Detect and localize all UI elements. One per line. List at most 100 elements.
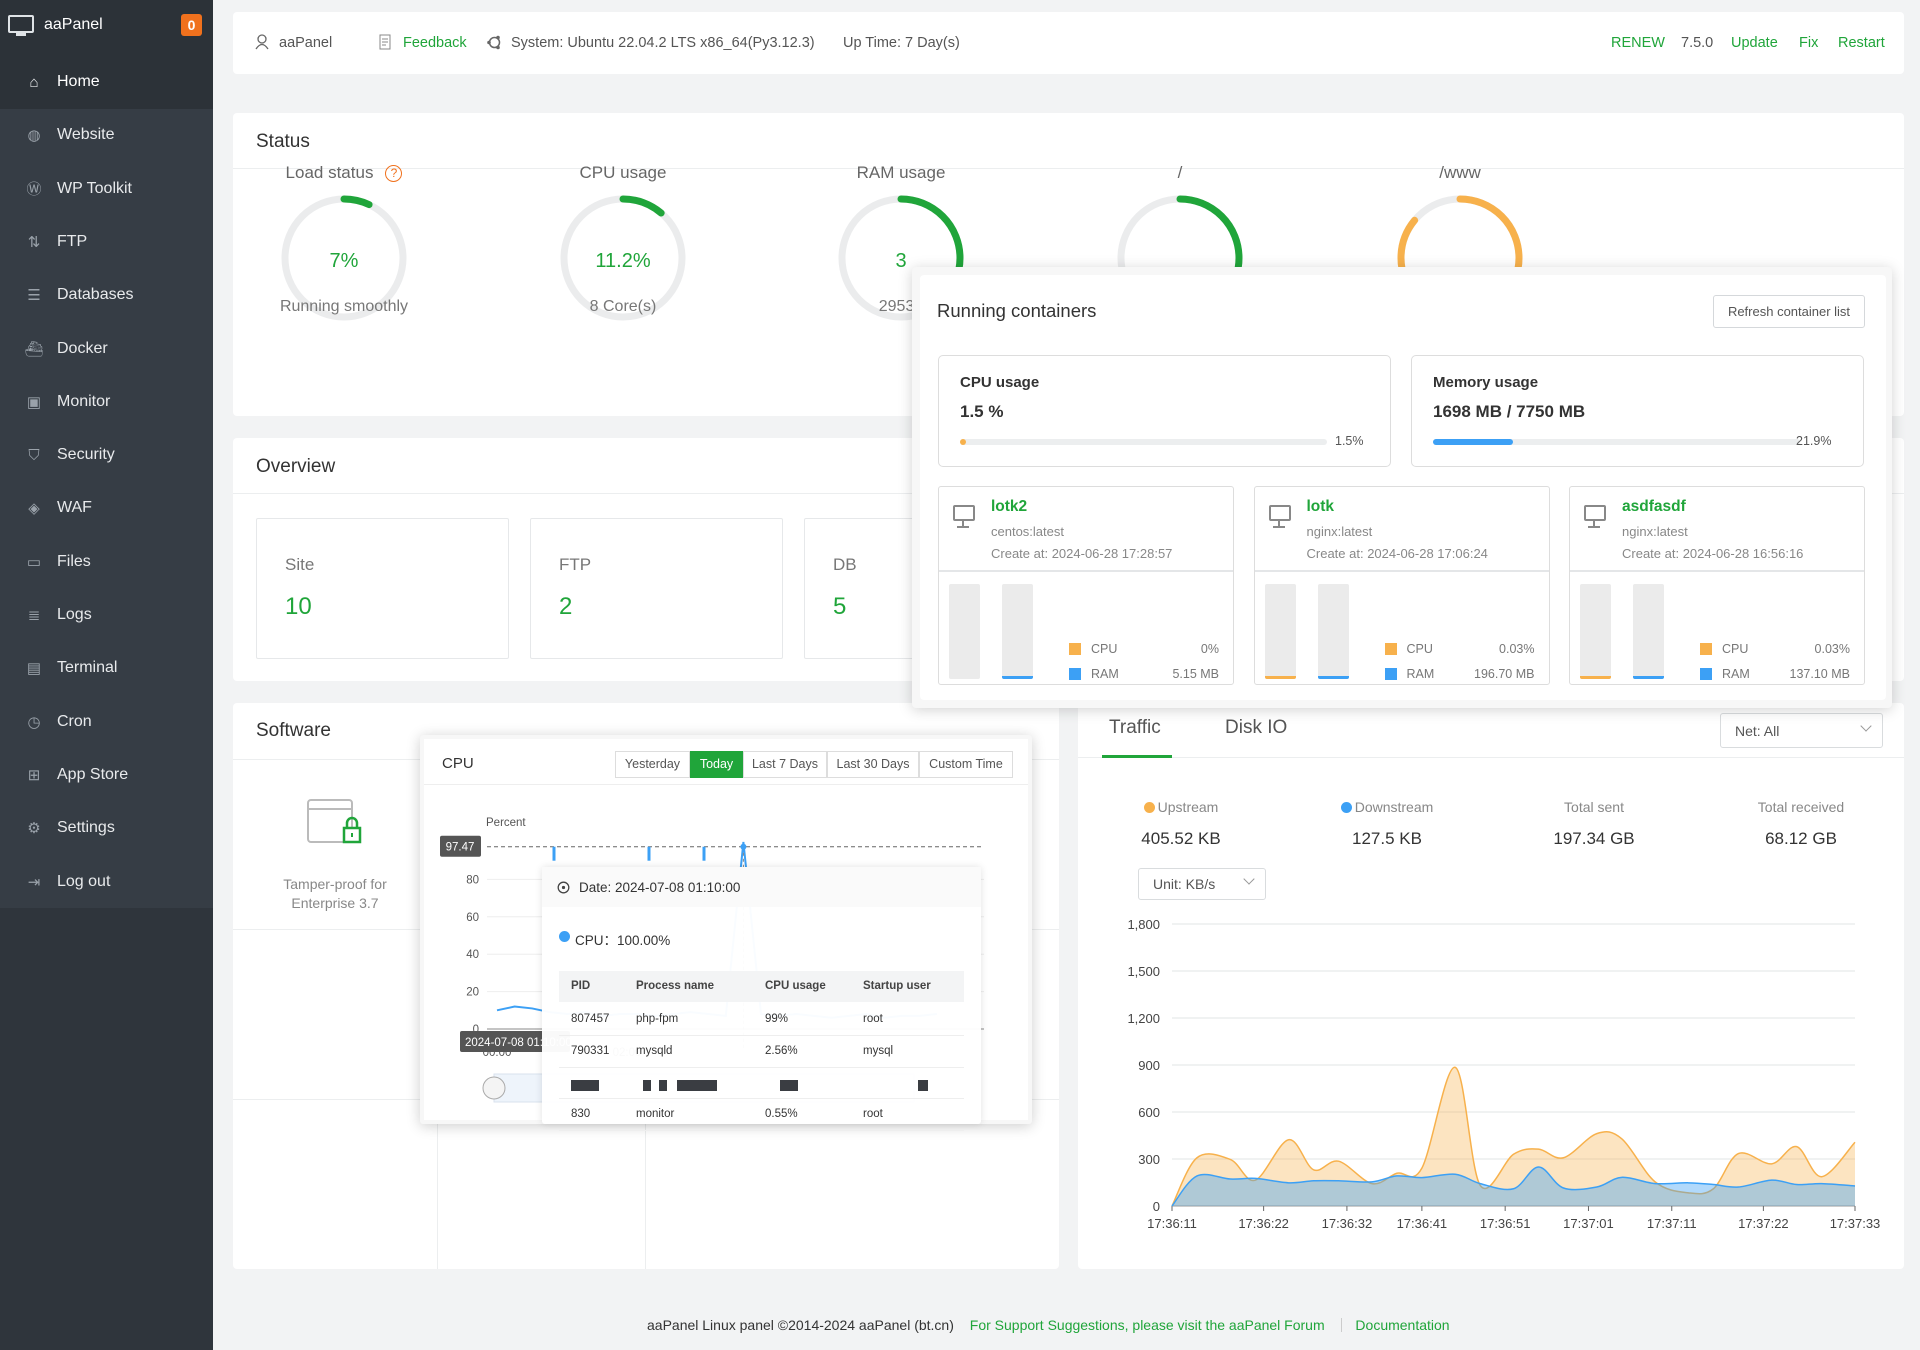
tooltip-series-value: CPU：100.00% xyxy=(575,933,671,948)
tab-disk-io[interactable]: Disk IO xyxy=(1225,717,1287,739)
legend-dot xyxy=(1143,802,1155,813)
update-link[interactable]: Update xyxy=(1731,35,1778,51)
sidebar-item-wp-toolkit[interactable]: Ⓦ WP Toolkit xyxy=(0,163,213,216)
traffic-stat-label-text: Upstream xyxy=(1157,799,1219,815)
container-cpu-bar xyxy=(949,584,980,679)
sidebar-item-terminal[interactable]: ▤ Terminal xyxy=(0,642,213,695)
gauge-title-text: CPU usage xyxy=(579,163,667,182)
container-name[interactable]: lotk2 xyxy=(991,498,1027,516)
legend-dot xyxy=(1340,802,1352,813)
cpu-usage-value: 1.5 % xyxy=(960,402,1004,421)
container-card-lotk[interactable]: lotk nginx:latest Create at: 2024-06-28 17… xyxy=(1253,486,1550,685)
unit-select[interactable]: Unit: KB/s xyxy=(1138,868,1266,900)
sidebar-item-label: Logs xyxy=(57,606,92,623)
refresh-container-list-button[interactable]: Refresh container list xyxy=(1713,295,1865,328)
container-name[interactable]: lotk xyxy=(1307,498,1335,516)
table-cell: monitor xyxy=(636,1107,675,1120)
sidebar-item-databases[interactable]: ☰ Databases xyxy=(0,269,213,322)
tab-traffic[interactable]: Traffic xyxy=(1109,717,1161,739)
overview-card-value[interactable]: 2 xyxy=(559,593,572,621)
y-tick-label: 300 xyxy=(1138,1152,1160,1167)
traffic-stat-total-received: Total received 68.12 GB xyxy=(1701,799,1901,849)
gauge-title-text: / xyxy=(1177,163,1183,182)
software-item-tamper-proof[interactable]: Tamper-proof for Enterprise 3.7 xyxy=(233,760,437,929)
legend-value: 0% xyxy=(1200,642,1219,656)
range-tab-last-30-days[interactable]: Last 30 Days xyxy=(827,751,919,778)
sidebar-item-ftp[interactable]: ⇅ FTP xyxy=(0,216,213,269)
x-tick-label: 17:36:22 xyxy=(1238,1216,1289,1231)
sidebar-item-label: Databases xyxy=(57,286,134,304)
bar-fill xyxy=(1580,676,1611,679)
traffic-stat-value: 68.12 GB xyxy=(1765,829,1837,848)
renew-link[interactable]: RENEW xyxy=(1611,35,1665,51)
container-image: nginx:latest xyxy=(1306,524,1373,539)
range-tab-last-7-days[interactable]: Last 7 Days xyxy=(743,751,827,778)
legend-label: RAM xyxy=(1091,667,1119,681)
range-tab-today[interactable]: Today xyxy=(690,751,743,778)
container-card-asdfasdf[interactable]: asdfasdf nginx:latest Create at: 2024-06-2… xyxy=(1569,486,1865,685)
range-tab-custom-time[interactable]: Custom Time xyxy=(919,751,1013,778)
table-cell: php-fpm xyxy=(636,1013,679,1025)
monitor-icon xyxy=(953,505,975,528)
net-select-value: Net: All xyxy=(1735,723,1780,739)
running-containers-popup: Running containers Refresh container lis… xyxy=(912,267,1892,708)
net-select[interactable]: Net: All xyxy=(1720,713,1883,748)
x-tick-label: 17:37:22 xyxy=(1738,1216,1789,1231)
overview-card-value[interactable]: 10 xyxy=(285,593,312,621)
memory-usage-percent: 21.9% xyxy=(1796,434,1832,448)
gauge-title-text: RAM usage xyxy=(856,163,946,182)
sidebar-item-security[interactable]: ⛉ Security xyxy=(0,429,213,482)
axis-pointer-value: 97.47 xyxy=(446,842,475,854)
software-item-version: Enterprise 3.7 xyxy=(291,895,379,911)
traffic-stat-label-text: Downstream xyxy=(1354,799,1434,815)
grid-icon: ⊞ xyxy=(27,766,41,784)
overview-card-value[interactable]: 5 xyxy=(833,593,846,621)
traffic-stat-downstream: Downstream 127.5 KB xyxy=(1287,799,1487,849)
slider-handle[interactable] xyxy=(482,1076,506,1100)
sidebar-item-app-store[interactable]: ⊞ App Store xyxy=(0,749,213,802)
fix-link[interactable]: Fix xyxy=(1799,35,1818,51)
column-header: PID xyxy=(571,980,591,992)
container-name[interactable]: asdfasdf xyxy=(1622,498,1686,516)
progress-fill xyxy=(1433,439,1514,445)
y-tick-label: 0 xyxy=(1153,1199,1160,1214)
username-link[interactable]: aaPanel xyxy=(279,35,332,51)
tamper-proof-lock-icon xyxy=(307,799,362,844)
legend-label: RAM xyxy=(1406,667,1435,681)
legend-value: 5.15 MB xyxy=(1172,667,1219,681)
overview-card-ftp[interactable]: FTP 2 xyxy=(530,518,783,659)
footer-docs-link[interactable]: Documentation xyxy=(1355,1317,1449,1333)
feedback-link[interactable]: Feedback xyxy=(403,35,467,51)
overview-card-site[interactable]: Site 10 xyxy=(256,518,509,659)
x-tick-label: 17:36:32 xyxy=(1322,1216,1373,1231)
container-cpu-usage-card: CPU usage 1.5 % 1.5% xyxy=(938,355,1391,467)
restart-link[interactable]: Restart xyxy=(1838,35,1885,51)
redacted-cell xyxy=(643,1080,651,1091)
sidebar-item-waf[interactable]: ◈ WAF xyxy=(0,482,213,535)
sidebar-item-settings[interactable]: ⚙ Settings xyxy=(0,802,213,855)
sidebar-item-logs[interactable]: ≣ Logs xyxy=(0,589,213,642)
table-cell: 0.55% xyxy=(765,1107,798,1120)
range-tab-yesterday[interactable]: Yesterday xyxy=(615,751,690,778)
cpu-usage-percent: 1.5% xyxy=(1335,434,1364,448)
sidebar-item-website[interactable]: ◍ Website xyxy=(0,109,213,162)
brand-logo[interactable]: aaPanel 0 xyxy=(0,0,213,56)
notification-badge[interactable]: 0 xyxy=(181,14,202,36)
sidebar-item-home[interactable]: ⌂ Home xyxy=(0,56,213,109)
divider xyxy=(424,784,1028,785)
sidebar-item-log-out[interactable]: ⇥ Log out xyxy=(0,856,213,909)
footer-forum-link[interactable]: For Support Suggestions, please visit th… xyxy=(970,1317,1325,1333)
sidebar-item-label: App Store xyxy=(57,765,129,783)
sidebar-item-cron[interactable]: ◷ Cron xyxy=(0,696,213,749)
overview-card-label: FTP xyxy=(559,555,592,574)
table-cell: 99% xyxy=(765,1013,789,1025)
sidebar-item-files[interactable]: ▭ Files xyxy=(0,536,213,589)
y-tick-label: 1,800 xyxy=(1127,917,1160,932)
help-icon[interactable]: ? xyxy=(385,165,403,182)
sidebar-item-label: Terminal xyxy=(57,659,118,677)
traffic-stat-upstream: Upstream 405.52 KB xyxy=(1081,799,1281,849)
sidebar-item-docker[interactable]: ⛴ Docker xyxy=(0,323,213,376)
container-card-lotk2[interactable]: lotk2 centos:latest Create at: 2024-06-28 … xyxy=(938,486,1234,685)
sidebar-item-label: WAF xyxy=(57,499,92,517)
sidebar-item-monitor[interactable]: ▣ Monitor xyxy=(0,376,213,429)
